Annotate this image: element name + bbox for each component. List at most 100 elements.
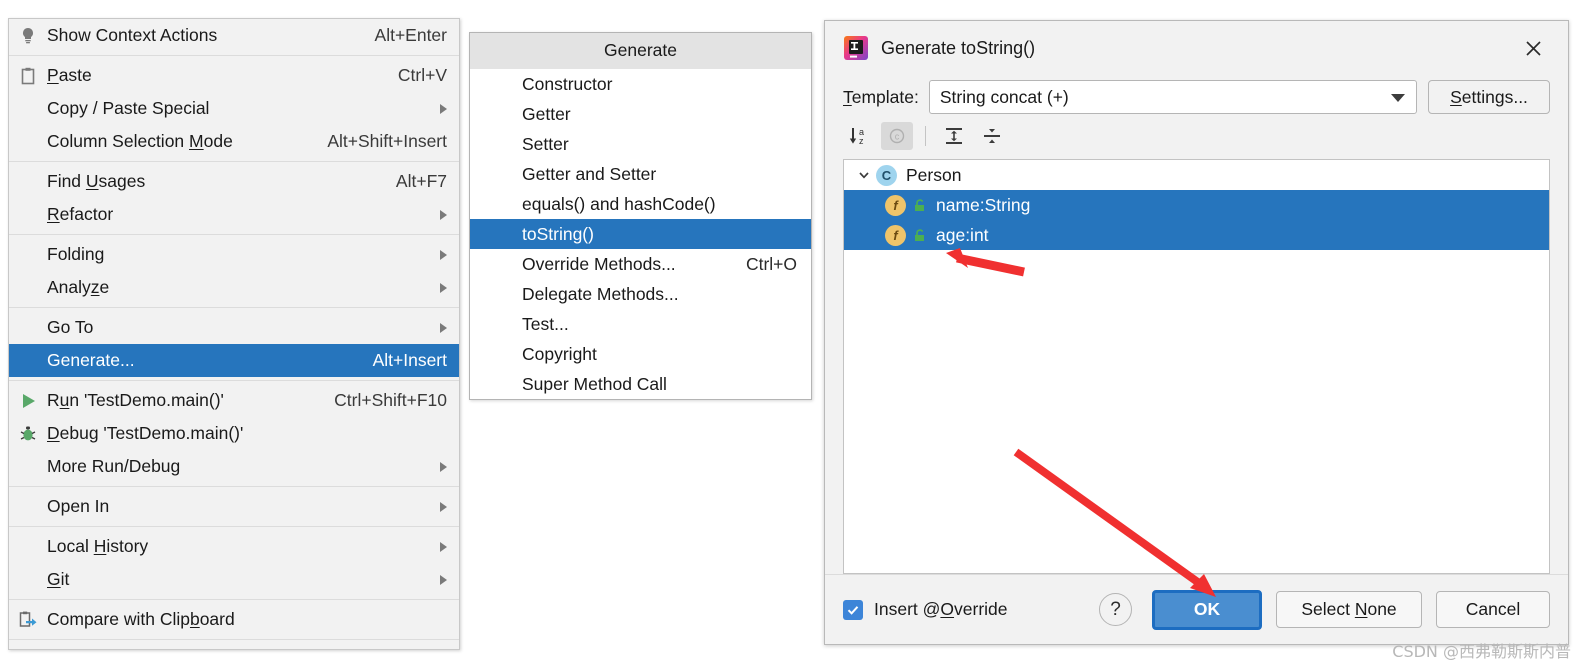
- menu-item-local-history[interactable]: Local History: [9, 530, 459, 563]
- submenu-arrow-icon: [440, 501, 447, 512]
- cancel-button[interactable]: Cancel: [1436, 591, 1550, 628]
- settings-button-label: Settings...: [1450, 86, 1528, 107]
- menu-separator: [9, 486, 459, 487]
- menu-item-diagrams[interactable]: Diagrams: [9, 643, 459, 650]
- menu-item-label: Show Context Actions: [47, 25, 218, 45]
- generate-item-getter-and-setter[interactable]: Getter and Setter: [470, 159, 811, 189]
- private-lock-icon: [912, 198, 927, 213]
- menu-item-more-run-debug[interactable]: More Run/Debug: [9, 450, 459, 483]
- settings-button[interactable]: Settings...: [1428, 80, 1550, 114]
- ok-button[interactable]: OK: [1152, 589, 1262, 630]
- insert-override-checkbox[interactable]: [843, 599, 863, 620]
- menu-item-label: Diagrams: [47, 649, 426, 650]
- generate-popup-list: Constructor Getter Setter Getter and Setter…: [470, 69, 811, 399]
- submenu-arrow-icon: [440, 103, 447, 114]
- menu-item-no-icon: [9, 198, 47, 231]
- chevron-down-icon: [1391, 94, 1405, 102]
- sort-alphabetically-icon[interactable]: a z: [843, 122, 875, 150]
- menu-item-no-icon: [9, 311, 47, 344]
- menu-item-label: Compare with Clipboard: [47, 609, 235, 629]
- generate-item-label: Super Method Call: [522, 373, 667, 394]
- template-row: Template: String concat (+) Settings...: [825, 75, 1568, 119]
- insert-override-label: Insert @Override: [874, 599, 1008, 619]
- close-icon[interactable]: [1516, 31, 1550, 65]
- generate-item-super-method-call[interactable]: Super Method Call: [470, 369, 811, 399]
- menu-item-label: Column Selection Mode: [47, 131, 233, 151]
- tree-row-age-int[interactable]: f age:int: [844, 220, 1549, 250]
- menu-item-show-context-actions[interactable]: Show Context Actions Alt+Enter: [9, 19, 459, 52]
- editor-context-menu: Show Context Actions Alt+Enter Paste Ctrl+V…: [8, 18, 460, 650]
- menu-item-generate[interactable]: Generate... Alt+Insert: [9, 344, 459, 377]
- select-none-button[interactable]: Select None: [1276, 591, 1422, 628]
- template-label-mnemonic: T: [843, 86, 852, 107]
- menu-separator: [9, 161, 459, 162]
- select-none-label: Select None: [1301, 599, 1397, 619]
- menu-item-no-icon: [9, 165, 47, 198]
- generate-item-delegate-methods[interactable]: Delegate Methods...: [470, 279, 811, 309]
- chevron-down-icon[interactable]: [852, 168, 876, 182]
- menu-item-copy-paste-special[interactable]: Copy / Paste Special: [9, 92, 459, 125]
- generate-popup-menu: Generate Constructor Getter Setter Getter a…: [469, 32, 812, 400]
- menu-item-find-usages[interactable]: Find Usages Alt+F7: [9, 165, 459, 198]
- menu-item-run-testdemo-main[interactable]: Run 'TestDemo.main()' Ctrl+Shift+F10: [9, 384, 459, 417]
- menu-item-debug-testdemo-main[interactable]: Debug 'TestDemo.main()': [9, 417, 459, 450]
- menu-item-compare-with-clipboard[interactable]: Compare with Clipboard: [9, 603, 459, 636]
- submenu-arrow-icon: [440, 209, 447, 220]
- dialog-titlebar: Generate toString(): [825, 21, 1568, 75]
- generate-item-label: toString(): [522, 223, 594, 244]
- menu-item-no-icon: [9, 344, 47, 377]
- menu-item-analyze[interactable]: Analyze: [9, 271, 459, 304]
- show-constants-icon[interactable]: c: [881, 122, 913, 150]
- menu-separator: [9, 599, 459, 600]
- dialog-title: Generate toString(): [881, 37, 1036, 58]
- svg-text:c: c: [895, 132, 900, 142]
- generate-item-equals-and-hashcode[interactable]: equals() and hashCode(): [470, 189, 811, 219]
- generate-item-tostring[interactable]: toString(): [470, 219, 811, 249]
- members-tree[interactable]: C Person f name:String f age:int: [843, 159, 1550, 574]
- menu-item-label: Go To: [47, 317, 94, 337]
- tree-row-name-string[interactable]: f name:String: [844, 190, 1549, 220]
- menu-item-no-icon: [9, 238, 47, 271]
- tree-row-person[interactable]: C Person: [844, 160, 1549, 190]
- menu-item-paste[interactable]: Paste Ctrl+V: [9, 59, 459, 92]
- generate-item-test[interactable]: Test...: [470, 309, 811, 339]
- template-select[interactable]: String concat (+): [928, 80, 1417, 114]
- generate-item-setter[interactable]: Setter: [470, 129, 811, 159]
- settings-mnemonic: S: [1450, 86, 1462, 107]
- submenu-arrow-icon: [440, 541, 447, 552]
- generate-item-override-methods[interactable]: Override Methods... Ctrl+O: [470, 249, 811, 279]
- menu-item-git[interactable]: Git: [9, 563, 459, 596]
- menu-item-no-icon: [9, 271, 47, 304]
- svg-text:z: z: [859, 136, 864, 146]
- tree-row-label: Person: [906, 164, 962, 185]
- generate-item-label: Constructor: [522, 73, 613, 94]
- menu-item-label: Analyze: [47, 277, 110, 297]
- template-label: Template:: [843, 86, 919, 107]
- menu-item-label: Generate...: [47, 350, 135, 370]
- menu-separator: [9, 55, 459, 56]
- menu-item-column-selection-mode[interactable]: Column Selection Mode Alt+Shift+Insert: [9, 125, 459, 158]
- menu-item-refactor[interactable]: Refactor: [9, 198, 459, 231]
- menu-item-no-icon: [9, 530, 47, 563]
- submenu-arrow-icon: [440, 282, 447, 293]
- generate-item-label: Getter and Setter: [522, 163, 657, 184]
- menu-item-shortcut: Alt+Shift+Insert: [327, 131, 447, 151]
- field-badge-icon: f: [885, 224, 906, 246]
- generate-item-constructor[interactable]: Constructor: [470, 69, 811, 99]
- generate-item-label: Override Methods...: [522, 253, 676, 274]
- insert-override-mnemonic: O: [940, 599, 955, 619]
- tree-row-label: age:int: [936, 224, 989, 245]
- menu-item-label: Open In: [47, 496, 110, 516]
- expand-all-icon[interactable]: [938, 122, 970, 150]
- help-button[interactable]: ?: [1099, 593, 1132, 626]
- generate-item-copyright[interactable]: Copyright: [470, 339, 811, 369]
- members-tree-list: C Person f name:String f age:int: [844, 160, 1549, 250]
- menu-item-open-in[interactable]: Open In: [9, 490, 459, 523]
- csdn-watermark: CSDN @西弗勒斯斯内普: [1392, 642, 1571, 661]
- menu-item-go-to[interactable]: Go To: [9, 311, 459, 344]
- menu-item-label: Paste: [47, 65, 92, 85]
- menu-item-label: Copy / Paste Special: [47, 98, 210, 118]
- generate-item-getter[interactable]: Getter: [470, 99, 811, 129]
- menu-item-folding[interactable]: Folding: [9, 238, 459, 271]
- collapse-all-icon[interactable]: [976, 122, 1008, 150]
